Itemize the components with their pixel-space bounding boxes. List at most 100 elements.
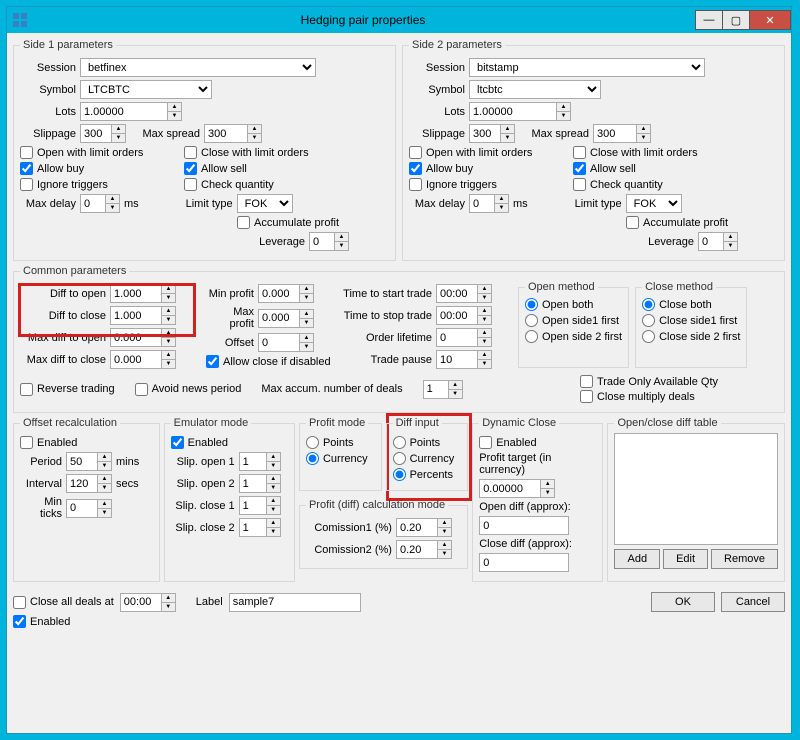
close-diff-input[interactable] [479,553,569,572]
check-qty-check-2[interactable]: Check quantity [573,178,663,191]
limittype-select[interactable]: FOK [237,194,293,213]
limittype-label: Limit type [143,198,233,210]
side2-group: Side 2 parameters Session bitstamp Symbo… [402,39,785,261]
label-input[interactable] [229,593,361,612]
open-side1-radio[interactable]: Open side1 first [525,314,619,327]
session-select[interactable]: betfinex [80,58,316,77]
leverage-label: Leverage [259,236,305,248]
allow-sell-check[interactable]: Allow sell [184,162,247,175]
slip-close1-spinner[interactable]: ▲▼ [239,496,281,515]
profit-currency-radio[interactable]: Currency [306,452,368,465]
slip-open1-spinner[interactable]: ▲▼ [239,452,281,471]
remove-button[interactable]: Remove [711,549,778,569]
add-button[interactable]: Add [614,549,660,569]
maxspread-label: Max spread [130,128,200,140]
dynamic-close-group: Dynamic Close Enabled Profit target (in … [472,417,603,582]
max-accum-spinner[interactable]: ▲▼ [423,380,463,399]
accum-profit-check[interactable]: Accumulate profit [237,216,339,229]
limittype-select-2[interactable]: FOK [626,194,682,213]
close-both-radio[interactable]: Close both [642,298,712,311]
trade-pause-spinner[interactable]: ▲▼ [436,350,492,369]
close-limit-check[interactable]: Close with limit orders [184,146,309,159]
diff-open-spinner[interactable]: ▲▼ [110,284,176,303]
offset-recalc-group: Offset recalculation Enabled Period▲▼min… [13,417,160,582]
cancel-button[interactable]: Cancel [721,592,785,612]
ignore-triggers-check[interactable]: Ignore triggers [20,178,180,191]
allow-buy-check-2[interactable]: Allow buy [409,162,569,175]
lots-spinner-2[interactable]: ▲▼ [469,102,571,121]
period-spinner[interactable]: ▲▼ [66,452,112,471]
symbol-select[interactable]: LTCBTC [80,80,212,99]
trade-only-avail-check[interactable]: Trade Only Available Qty [580,375,718,388]
lots-spinner[interactable]: ▲▼ [80,102,182,121]
profit-points-radio[interactable]: Points [306,436,354,449]
commission1-spinner[interactable]: ▲▼ [396,518,452,537]
open-method-group: Open method Open both Open side1 first O… [518,281,629,368]
leverage-spinner-2[interactable]: ▲▼ [698,232,738,251]
accum-profit-check-2[interactable]: Accumulate profit [626,216,728,229]
time-stop-spinner[interactable]: ▲▼ [436,306,492,325]
open-diff-input[interactable] [479,516,569,535]
diff-close-spinner[interactable]: ▲▼ [110,306,176,325]
slippage-spinner[interactable]: ▲▼ [80,124,126,143]
minimize-button[interactable]: — [695,10,723,30]
profit-target-spinner[interactable]: ▲▼ [479,479,555,498]
ignore-triggers-check-2[interactable]: Ignore triggers [409,178,569,191]
lots-label: Lots [20,106,76,118]
maximize-button[interactable]: ▢ [722,10,750,30]
maxdelay-spinner[interactable]: ▲▼ [80,194,120,213]
dyn-enabled-check[interactable]: Enabled [479,436,536,449]
slippage-spinner-2[interactable]: ▲▼ [469,124,515,143]
max-diff-close-spinner[interactable]: ▲▼ [110,350,176,369]
close-multiply-check[interactable]: Close multiply deals [580,390,718,403]
emu-enabled-check[interactable]: Enabled [171,436,228,449]
diff-currency-radio[interactable]: Currency [393,452,455,465]
maxspread-spinner[interactable]: ▲▼ [204,124,262,143]
close-method-group: Close method Close both Close side1 firs… [635,281,747,368]
offset-enabled-check[interactable]: Enabled [20,436,77,449]
slip-close2-spinner[interactable]: ▲▼ [239,518,281,537]
minticks-spinner[interactable]: ▲▼ [66,499,112,518]
commission2-spinner[interactable]: ▲▼ [396,540,452,559]
open-both-radio[interactable]: Open both [525,298,593,311]
close-button[interactable]: ✕ [749,10,791,30]
slip-open2-spinner[interactable]: ▲▼ [239,474,281,493]
max-profit-spinner[interactable]: ▲▼ [258,309,314,328]
maxspread-spinner-2[interactable]: ▲▼ [593,124,651,143]
close-limit-check-2[interactable]: Close with limit orders [573,146,698,159]
close-all-time-spinner[interactable]: ▲▼ [120,593,176,612]
order-life-spinner[interactable]: ▲▼ [436,328,492,347]
ms-label: ms [124,198,139,210]
diff-points-radio[interactable]: Points [393,436,441,449]
diff-table-list[interactable] [614,433,778,545]
session-select-2[interactable]: bitstamp [469,58,705,77]
ok-button[interactable]: OK [651,592,715,612]
emulator-group: Emulator mode Enabled Slip. open 1▲▼ Sli… [164,417,295,582]
maxdelay-spinner-2[interactable]: ▲▼ [469,194,509,213]
open-limit-check[interactable]: Open with limit orders [20,146,180,159]
diff-percents-radio[interactable]: Percents [393,468,453,481]
leverage-spinner[interactable]: ▲▼ [309,232,349,251]
open-limit-check-2[interactable]: Open with limit orders [409,146,569,159]
check-qty-check[interactable]: Check quantity [184,178,274,191]
offset-spinner[interactable]: ▲▼ [258,333,314,352]
side1-group: Side 1 parameters Session betfinex Symbo… [13,39,396,261]
symbol-label: Symbol [20,84,76,96]
symbol-select-2[interactable]: ltcbtc [469,80,601,99]
allow-close-disabled-check[interactable]: Allow close if disabled [206,355,331,368]
close-side1-radio[interactable]: Close side1 first [642,314,737,327]
max-diff-open-spinner[interactable]: ▲▼ [110,328,176,347]
close-side2-radio[interactable]: Close side 2 first [642,330,740,343]
reverse-trading-check[interactable]: Reverse trading [20,383,115,396]
interval-spinner[interactable]: ▲▼ [66,474,112,493]
slippage-label: Slippage [20,128,76,140]
close-all-deals-check[interactable]: Close all deals at [13,596,114,609]
allow-buy-check[interactable]: Allow buy [20,162,180,175]
time-start-spinner[interactable]: ▲▼ [436,284,492,303]
avoid-news-check[interactable]: Avoid news period [135,383,242,396]
min-profit-spinner[interactable]: ▲▼ [258,284,314,303]
allow-sell-check-2[interactable]: Allow sell [573,162,636,175]
enabled-check[interactable]: Enabled [13,615,70,628]
edit-button[interactable]: Edit [663,549,708,569]
open-side2-radio[interactable]: Open side 2 first [525,330,622,343]
